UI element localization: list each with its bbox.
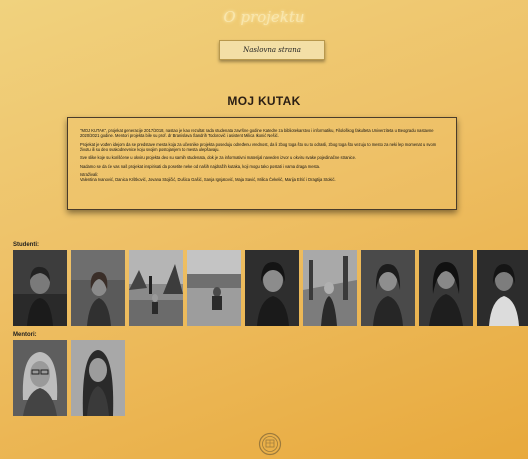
about-paragraph: Nadamo se da će vas naš projekat inspiri… [80, 163, 321, 169]
student-portrait-icon [361, 250, 415, 326]
mentors-label: Mentori: [13, 332, 37, 338]
page-title: MOJ KUTAK [227, 94, 301, 108]
mentor-portrait-icon [13, 340, 67, 416]
student-photo[interactable] [361, 250, 415, 326]
student-portrait-icon [419, 250, 473, 326]
authors-list: Valentina Ivanović, Danica Krštković, Jo… [80, 177, 336, 183]
home-button[interactable]: Naslovna strana [219, 40, 325, 60]
university-seal-icon[interactable] [256, 432, 284, 456]
about-paragraph: "MOJ KUTAK", projekat generacije 2017/20… [80, 128, 434, 139]
student-portrait-icon [245, 250, 299, 326]
students-gallery [13, 250, 528, 326]
student-photo[interactable] [129, 250, 183, 326]
student-photo[interactable] [477, 250, 528, 326]
about-box: "MOJ KUTAK", projekat generacije 2017/20… [67, 117, 457, 210]
student-photo[interactable] [187, 250, 241, 326]
student-photo[interactable] [303, 250, 357, 326]
about-paragraph: Projekat je vođen idejom da se predstave… [80, 141, 437, 152]
student-outdoor-icon [303, 250, 357, 326]
student-photo[interactable] [419, 250, 473, 326]
student-lake-icon [187, 250, 241, 326]
mentors-gallery [13, 340, 125, 416]
student-outdoor-icon [129, 250, 183, 326]
student-photo[interactable] [71, 250, 125, 326]
mentor-photo[interactable] [13, 340, 67, 416]
student-photo[interactable] [245, 250, 299, 326]
student-portrait-icon [477, 250, 528, 326]
about-paragraph: Sve slike koje su korišćene u okviru pro… [80, 155, 357, 161]
mentor-photo[interactable] [71, 340, 125, 416]
student-portrait-icon [13, 250, 67, 326]
student-portrait-icon [71, 250, 125, 326]
site-logo[interactable]: O projektu [0, 8, 528, 26]
student-photo[interactable] [13, 250, 67, 326]
students-label: Studenti: [13, 242, 39, 248]
mentor-portrait-icon [71, 340, 125, 416]
